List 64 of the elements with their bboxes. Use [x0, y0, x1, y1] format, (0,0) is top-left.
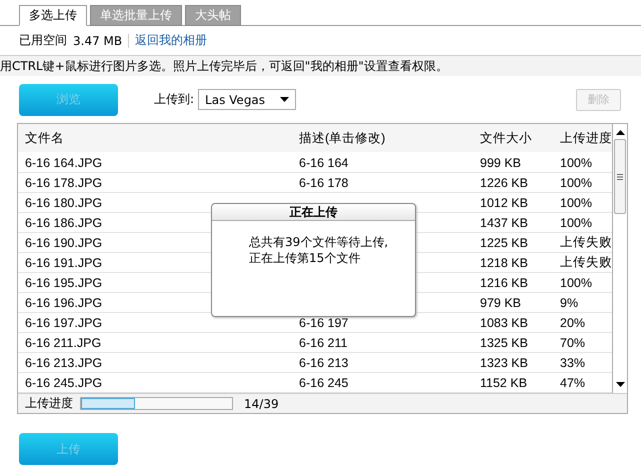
description-cell[interactable]: 6-16 178 [299, 176, 348, 190]
file-size-cell: 1323 KB [480, 356, 528, 370]
upload-progress-cell: 9% [560, 296, 578, 310]
file-size-cell: 1012 KB [480, 196, 528, 210]
dialog-message: 总共有39个文件等待上传, [249, 235, 388, 249]
file-name-cell: 6-16 180.JPG [25, 196, 102, 210]
description-cell[interactable]: 6-16 213 [299, 356, 348, 370]
file-name-cell: 6-16 186.JPG [25, 216, 102, 230]
space-value: 3.47 MB [73, 34, 122, 48]
upload-progress-cell: 100% [560, 176, 592, 190]
album-dropdown[interactable]: Las Vegas [198, 89, 296, 110]
tab[interactable]: 多选上传 [19, 5, 87, 26]
file-size-cell: 1325 KB [480, 336, 528, 350]
file-size-cell: 1225 KB [480, 236, 528, 250]
dialog-message: 正在上传第15个文件 [249, 251, 360, 265]
column-header: 文件名 [25, 130, 64, 146]
file-size-cell: 1083 KB [480, 316, 528, 330]
file-name-cell: 6-16 196.JPG [25, 296, 102, 310]
description-cell[interactable]: 6-16 211 [299, 336, 348, 350]
upload-progress-cell: 100% [560, 216, 592, 230]
upload-progress-cell: 100% [560, 156, 592, 170]
hint-text: 用CTRL键+鼠标进行图片多选。照片上传完毕后，可返回"我的相册"设置查看权限。 [0, 56, 641, 76]
column-header: 上传进度 [560, 130, 612, 146]
file-size-cell: 979 KB [480, 296, 522, 310]
description-cell[interactable]: 6-16 164 [299, 156, 348, 170]
upload-progress-cell: 100% [560, 276, 592, 290]
file-size-cell: 999 KB [480, 156, 522, 170]
file-size-cell: 1152 KB [480, 376, 528, 390]
upload-progress-label: 上传进度 [25, 395, 73, 412]
file-size-cell: 1226 KB [480, 176, 528, 190]
file-name-cell: 6-16 245.JPG [25, 376, 102, 390]
file-name-cell: 6-16 164.JPG [25, 156, 102, 170]
scroll-thumb[interactable] [614, 139, 626, 214]
file-size-cell: 1437 KB [480, 216, 528, 230]
upload-progress-cell: 上传失败 [560, 234, 612, 251]
column-header: 描述(单击修改) [299, 130, 386, 146]
space-label: 已用空间 [19, 32, 67, 49]
upload-progress-cell: 33% [560, 356, 586, 370]
upload-progress-cell: 47% [560, 376, 586, 390]
dialog-title: 正在上传 [212, 204, 415, 221]
description-cell[interactable]: 6-16 197 [299, 316, 348, 330]
upload-progress-cell: 70% [560, 336, 586, 350]
file-name-cell: 6-16 213.JPG [25, 356, 102, 370]
upload-to-label: 上传到: [154, 91, 194, 108]
file-name-cell: 6-16 190.JPG [25, 236, 102, 250]
description-cell[interactable]: 6-16 245 [299, 376, 348, 390]
column-header: 文件大小 [480, 130, 532, 146]
file-name-cell: 6-16 178.JPG [25, 176, 102, 190]
scrollbar[interactable] [612, 124, 627, 393]
grip-icon [617, 174, 623, 180]
scroll-down-icon[interactable] [616, 382, 624, 387]
upload-progress-cell: 上传失败 [560, 254, 612, 271]
file-name-cell: 6-16 197.JPG [25, 316, 102, 330]
file-name-cell: 6-16 195.JPG [25, 276, 102, 290]
file-size-cell: 1218 KB [480, 256, 528, 270]
caret-icon [280, 97, 290, 102]
upload-progress-cell: 20% [560, 316, 586, 330]
file-name-cell: 6-16 211.JPG [25, 336, 102, 350]
file-name-cell: 6-16 191.JPG [25, 256, 102, 270]
back-to-album-link[interactable]: 返回我的相册 [135, 32, 208, 49]
scroll-up-icon[interactable] [616, 130, 624, 135]
file-size-cell: 1216 KB [480, 276, 528, 290]
progress-count: 14/39 [244, 396, 279, 410]
upload-progress-cell: 100% [560, 196, 592, 210]
